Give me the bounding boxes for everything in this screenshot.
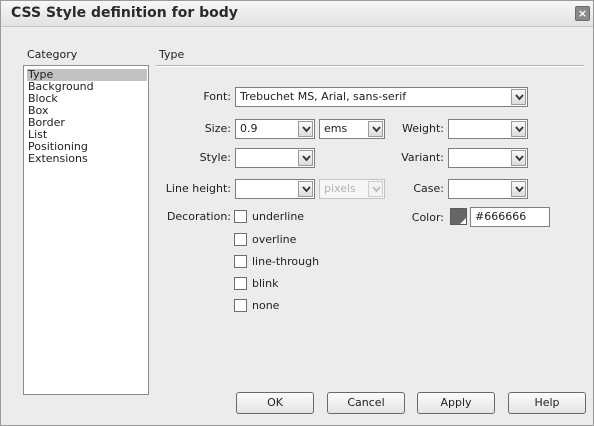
chevron-down-icon[interactable] (511, 150, 526, 166)
font-value: Trebuchet MS, Arial, sans-serif (240, 90, 407, 103)
line-height-unit-select: pixels (319, 179, 385, 199)
line-height-unit-value: pixels (324, 182, 356, 195)
css-style-dialog: CSS Style definition for body × Category… (0, 0, 594, 426)
style-select[interactable] (235, 148, 315, 168)
category-list[interactable]: Type Background Block Box Border List Po… (23, 65, 149, 395)
style-label: Style: (199, 151, 231, 164)
line-through-checkbox[interactable] (234, 255, 247, 268)
case-select[interactable] (448, 179, 528, 199)
chevron-down-icon[interactable] (511, 121, 526, 137)
chevron-down-icon (368, 181, 383, 197)
variant-label: Variant: (401, 151, 444, 164)
color-swatch[interactable] (450, 208, 467, 225)
line-height-input[interactable] (235, 179, 315, 199)
heading-divider (156, 65, 584, 67)
swatch-arrow-icon (460, 218, 466, 224)
dialog-title: CSS Style definition for body (11, 5, 238, 21)
cancel-button[interactable]: Cancel (327, 392, 405, 414)
color-input[interactable]: #666666 (470, 207, 550, 227)
line-through-label: line-through (252, 255, 320, 268)
color-label: Color: (411, 211, 444, 224)
chevron-down-icon[interactable] (368, 121, 383, 137)
category-heading: Category (27, 48, 78, 61)
title-bar: CSS Style definition for body × (1, 1, 593, 27)
category-item-extensions[interactable]: Extensions (27, 153, 147, 165)
color-value: #666666 (475, 210, 527, 223)
size-value: 0.9 (240, 122, 258, 135)
help-button[interactable]: Help (508, 392, 586, 414)
line-height-label: Line height: (165, 182, 231, 195)
none-label: none (252, 299, 280, 312)
ok-button[interactable]: OK (236, 392, 314, 414)
close-icon[interactable]: × (575, 6, 590, 21)
decoration-label: Decoration: (166, 210, 231, 223)
size-label: Size: (204, 122, 231, 135)
font-select[interactable]: Trebuchet MS, Arial, sans-serif (235, 87, 528, 107)
underline-checkbox[interactable] (234, 210, 247, 223)
weight-select[interactable] (448, 119, 528, 139)
size-unit-value: ems (324, 122, 348, 135)
overline-label: overline (252, 233, 297, 246)
underline-label: underline (252, 210, 305, 223)
none-checkbox[interactable] (234, 299, 247, 312)
chevron-down-icon[interactable] (298, 181, 313, 197)
overline-checkbox[interactable] (234, 233, 247, 246)
weight-label: Weight: (401, 122, 444, 135)
variant-select[interactable] (448, 148, 528, 168)
size-input[interactable]: 0.9 (235, 119, 315, 139)
chevron-down-icon[interactable] (511, 181, 526, 197)
font-label: Font: (203, 90, 231, 103)
chevron-down-icon[interactable] (298, 150, 313, 166)
case-label: Case: (413, 182, 444, 195)
chevron-down-icon[interactable] (298, 121, 313, 137)
chevron-down-icon[interactable] (511, 89, 526, 105)
blink-label: blink (252, 277, 279, 290)
apply-button[interactable]: Apply (417, 392, 495, 414)
panel-heading: Type (159, 48, 185, 61)
blink-checkbox[interactable] (234, 277, 247, 290)
size-unit-select[interactable]: ems (319, 119, 385, 139)
